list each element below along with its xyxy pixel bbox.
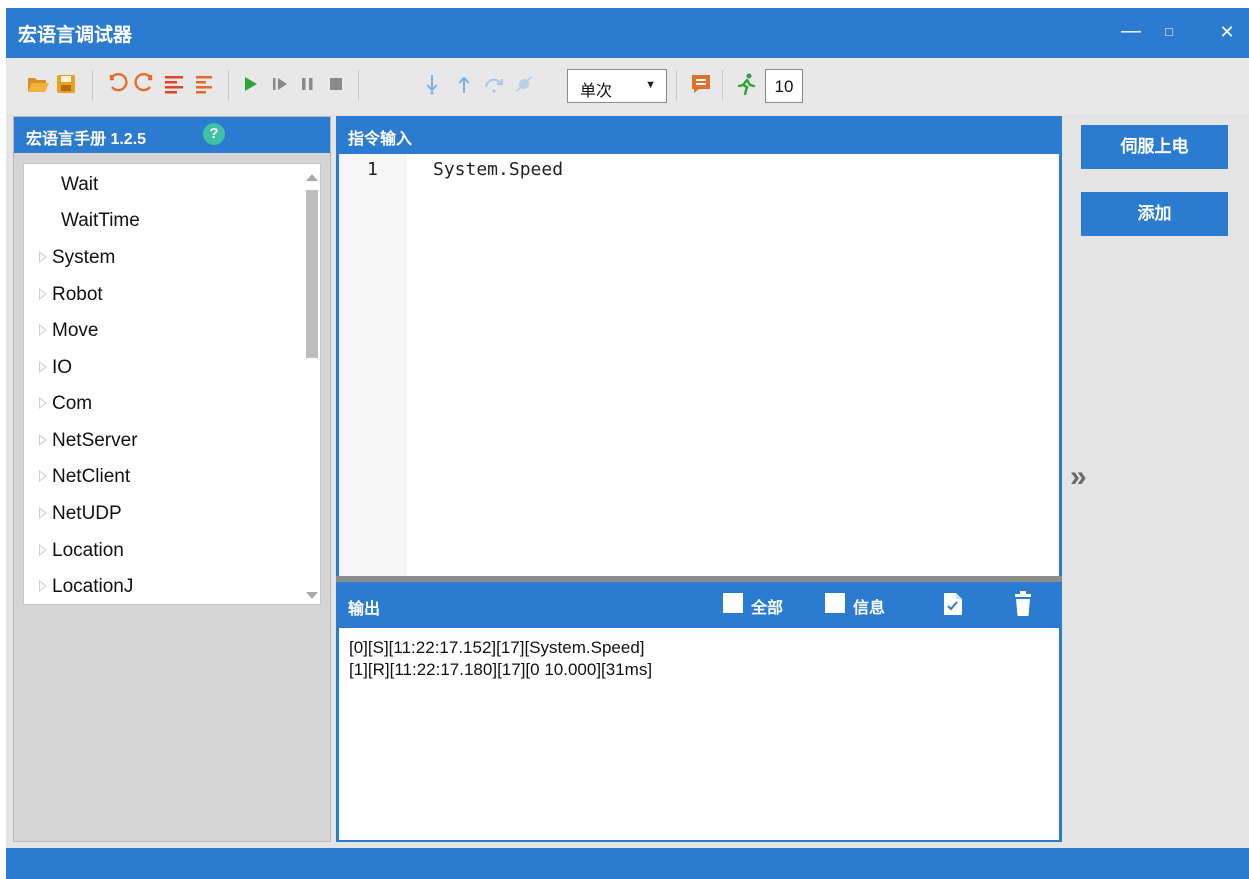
tree-scrollbar[interactable]: [304, 164, 320, 604]
run-mode-value: 单次: [580, 83, 613, 100]
tree-item-label: LocationJ: [52, 576, 134, 597]
speed-value: 10: [774, 77, 794, 96]
tree-item-label: WaitTime: [61, 210, 140, 231]
step-out-icon[interactable]: [452, 72, 476, 96]
tree-item-label: IO: [52, 357, 73, 378]
checkbox-box[interactable]: [825, 593, 845, 613]
tree-item-label: NetClient: [52, 466, 131, 487]
scroll-thumb[interactable]: [306, 190, 318, 358]
tree-item-label: Robot: [52, 284, 103, 305]
tree-item-waittime[interactable]: WaitTime: [24, 204, 304, 238]
expand-arrow-icon[interactable]: [39, 324, 47, 336]
chevron-down-icon: ▼: [645, 79, 656, 91]
tree-item-label: NetServer: [52, 430, 138, 451]
manual-tree: Wait WaitTime System Robot Move IO Com N…: [23, 163, 321, 605]
run-icon[interactable]: [238, 72, 262, 96]
filter-all-label: 全部: [751, 600, 784, 617]
expand-arrow-icon[interactable]: [39, 470, 47, 482]
expand-arrow-icon[interactable]: [39, 544, 47, 556]
output-panel: 输出 全部 信息 [0][S][11:22:17.152][17][System…: [336, 582, 1062, 842]
comment-icon[interactable]: [162, 72, 186, 96]
expand-arrow-icon[interactable]: [39, 507, 47, 519]
expand-arrow-icon[interactable]: [39, 397, 47, 409]
line-number: 1: [367, 159, 378, 180]
manual-title: 宏语言手册 1.2.5: [26, 131, 147, 148]
redo-icon[interactable]: [132, 72, 156, 96]
tree-item-label: NetUDP: [52, 503, 122, 524]
help-icon[interactable]: ?: [203, 123, 225, 145]
expand-panel-icon[interactable]: »: [1070, 460, 1087, 494]
scroll-down-icon[interactable]: [306, 592, 318, 599]
servo-power-on-button[interactable]: 伺服上电: [1081, 125, 1228, 169]
stop-icon[interactable]: [324, 72, 348, 96]
tree-item-label: Com: [52, 393, 93, 414]
tree-item-netudp[interactable]: NetUDP: [24, 497, 304, 531]
scroll-up-icon[interactable]: [306, 174, 318, 181]
step-over-icon[interactable]: [482, 72, 506, 96]
uncomment-icon[interactable]: [192, 72, 216, 96]
save-icon[interactable]: [54, 72, 78, 96]
filter-info-label: 信息: [853, 600, 886, 617]
undo-icon[interactable]: [106, 72, 130, 96]
status-bar: [6, 848, 1249, 879]
tree-item-move[interactable]: Move: [24, 314, 304, 348]
tree-item-robot[interactable]: Robot: [24, 278, 304, 312]
tree-item-wait[interactable]: Wait: [24, 168, 304, 202]
breakpoint-icon[interactable]: [512, 72, 536, 96]
expand-arrow-icon[interactable]: [39, 288, 47, 300]
code-line[interactable]: System.Speed: [433, 159, 563, 180]
add-button[interactable]: 添加: [1081, 192, 1228, 236]
speed-icon: [734, 72, 758, 96]
expand-arrow-icon[interactable]: [39, 434, 47, 446]
output-log[interactable]: [0][S][11:22:17.152][17][System.Speed] […: [339, 628, 1059, 840]
tree-item-label: Wait: [61, 174, 99, 195]
export-log-icon[interactable]: [942, 591, 964, 617]
title-bar: 宏语言调试器 — □ ✕: [6, 8, 1249, 58]
line-number-gutter: 1: [339, 154, 407, 582]
toolbar-separator: [358, 70, 359, 100]
macro-manual-panel: 宏语言手册 1.2.5 ? Wait WaitTime System Robot…: [13, 116, 331, 842]
step-run-icon[interactable]: [268, 72, 292, 96]
expand-arrow-icon[interactable]: [39, 580, 47, 592]
log-line: [0][S][11:22:17.152][17][System.Speed]: [349, 638, 645, 657]
open-folder-icon[interactable]: [26, 72, 50, 96]
tree-item-location[interactable]: Location: [24, 534, 304, 568]
manual-header: 宏语言手册 1.2.5 ?: [14, 117, 330, 153]
tree-item-com[interactable]: Com: [24, 387, 304, 421]
output-title: 输出: [348, 601, 381, 618]
expand-arrow-icon[interactable]: [39, 251, 47, 263]
run-mode-select[interactable]: 单次 ▼: [567, 69, 667, 103]
command-editor[interactable]: 1 System.Speed: [339, 154, 1059, 582]
toolbar-separator: [676, 70, 677, 100]
tree-item-io[interactable]: IO: [24, 351, 304, 385]
tree-item-label: System: [52, 247, 116, 268]
step-into-icon[interactable]: [420, 72, 444, 96]
toolbar-separator: [92, 70, 93, 100]
log-line: [1][R][11:22:17.180][17][0 10.000][31ms]: [349, 660, 653, 679]
tree-item-locationj[interactable]: LocationJ: [24, 570, 304, 604]
toolbar: 单次 ▼ 10: [6, 58, 1249, 114]
minimize-button[interactable]: —: [1116, 18, 1146, 46]
close-button[interactable]: ✕: [1212, 18, 1242, 46]
maximize-button[interactable]: □: [1154, 18, 1184, 46]
command-input-panel: 指令输入 1 System.Speed: [336, 116, 1062, 584]
tree-item-netserver[interactable]: NetServer: [24, 424, 304, 458]
tree-item-label: Location: [52, 540, 124, 561]
expand-arrow-icon[interactable]: [39, 361, 47, 373]
tree-item-label: Move: [52, 320, 99, 341]
tree-item-netclient[interactable]: NetClient: [24, 460, 304, 494]
command-input-title: 指令输入: [348, 131, 413, 148]
feedback-icon[interactable]: [689, 72, 713, 96]
macro-debugger-window: 宏语言调试器 — □ ✕ 单次 ▼ 10 宏语言手册 1.2.5 ? Wait …: [6, 8, 1249, 879]
trash-icon[interactable]: [1012, 591, 1034, 617]
pause-icon[interactable]: [296, 72, 320, 96]
speed-input[interactable]: 10: [765, 69, 803, 103]
tree-item-system[interactable]: System: [24, 241, 304, 275]
checkbox-box[interactable]: [723, 593, 743, 613]
toolbar-separator: [228, 70, 229, 100]
toolbar-separator: [722, 70, 723, 100]
window-title: 宏语言调试器: [18, 25, 133, 46]
